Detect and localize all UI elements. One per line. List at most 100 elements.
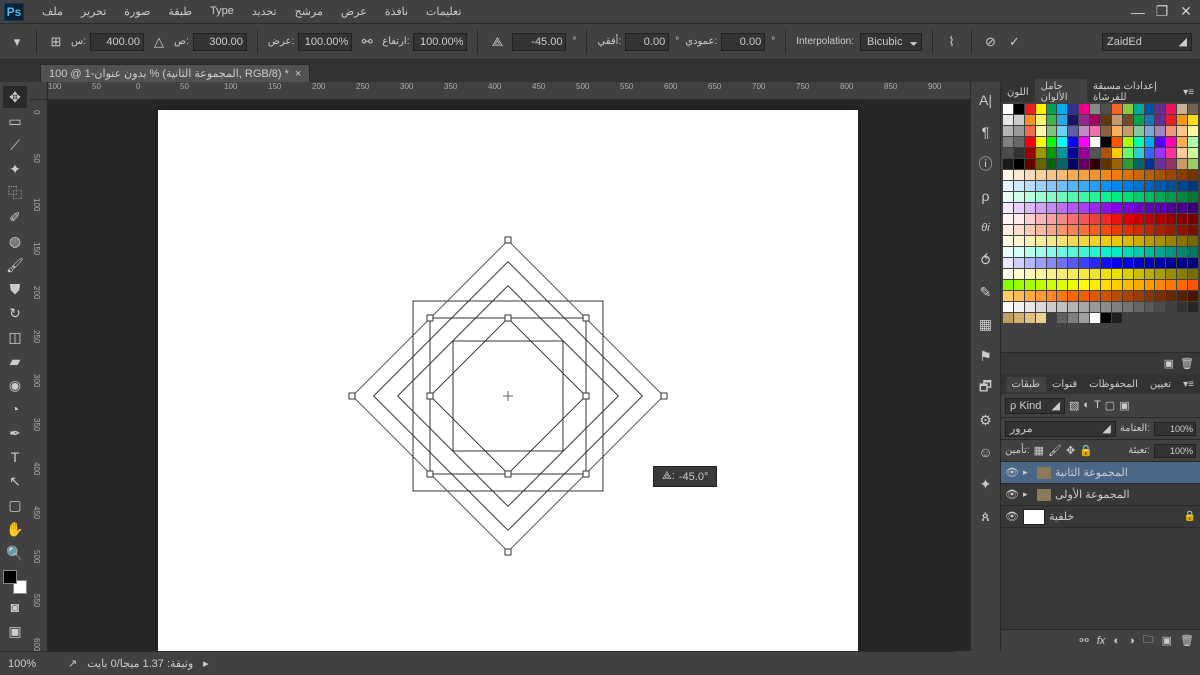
swatch[interactable] — [1134, 137, 1144, 147]
swatch[interactable] — [1112, 192, 1122, 202]
swatch[interactable] — [1166, 137, 1176, 147]
swatch[interactable] — [1036, 159, 1046, 169]
swatch[interactable] — [1036, 203, 1046, 213]
layer-row[interactable]: 👁▸المجموعة الثانية — [1001, 462, 1200, 484]
swatch[interactable] — [1155, 247, 1165, 257]
swatch[interactable] — [1101, 258, 1111, 268]
layer-kind-filter[interactable]: ρ Kind◢ — [1005, 398, 1065, 414]
swatch[interactable] — [1079, 126, 1089, 136]
expand-arrow-icon[interactable]: ▸ — [1023, 489, 1033, 500]
wand-tool[interactable]: ✦ — [3, 158, 27, 180]
swatch[interactable] — [1079, 302, 1089, 312]
swatch[interactable] — [1177, 192, 1187, 202]
cancel-transform-icon[interactable]: ⊘ — [982, 33, 1000, 51]
swatch[interactable] — [1068, 126, 1078, 136]
swatch[interactable] — [1188, 247, 1198, 257]
swatch[interactable] — [1123, 214, 1133, 224]
swatch[interactable] — [1036, 192, 1046, 202]
swatch[interactable] — [1057, 225, 1067, 235]
move-tool[interactable]: ✥ — [3, 86, 27, 108]
swatch[interactable] — [1155, 159, 1165, 169]
swatch[interactable] — [1079, 115, 1089, 125]
swatch[interactable] — [1057, 203, 1067, 213]
swatch[interactable] — [1134, 302, 1144, 312]
swatch[interactable] — [1145, 148, 1155, 158]
handle-rot-w[interactable] — [349, 393, 356, 400]
swatch[interactable] — [1155, 115, 1165, 125]
paragraph-panel-icon[interactable]: ¶ — [976, 122, 996, 142]
swatch[interactable] — [1166, 115, 1176, 125]
swatch[interactable] — [1145, 313, 1155, 323]
swatch[interactable] — [1057, 269, 1067, 279]
swatch[interactable] — [1134, 104, 1144, 114]
swatch[interactable] — [1036, 170, 1046, 180]
swatch[interactable] — [1101, 203, 1111, 213]
swatch[interactable] — [1166, 148, 1176, 158]
swatch[interactable] — [1079, 137, 1089, 147]
swatch[interactable] — [1101, 181, 1111, 191]
swatch[interactable] — [1155, 148, 1165, 158]
swatch[interactable] — [1003, 291, 1013, 301]
swatch[interactable] — [1166, 247, 1176, 257]
swatch[interactable] — [1134, 148, 1144, 158]
swatch[interactable] — [1123, 247, 1133, 257]
swatch[interactable] — [1079, 236, 1089, 246]
swatch[interactable] — [1090, 269, 1100, 279]
menu-file[interactable]: ملف — [34, 3, 71, 20]
layers-menu-icon[interactable]: ▾≡ — [1177, 377, 1200, 392]
path-select-tool[interactable]: ↖ — [3, 470, 27, 492]
swatch[interactable] — [1177, 181, 1187, 191]
swatch[interactable] — [1057, 236, 1067, 246]
swatch[interactable] — [1134, 258, 1144, 268]
swatch[interactable] — [1047, 148, 1057, 158]
swatch[interactable] — [1155, 203, 1165, 213]
swatch[interactable] — [1036, 258, 1046, 268]
layer-comps-panel-icon[interactable]: 🗗 — [976, 378, 996, 398]
swatch[interactable] — [1057, 192, 1067, 202]
swatch[interactable] — [1079, 258, 1089, 268]
swatch[interactable] — [1101, 104, 1111, 114]
swatch[interactable] — [1145, 280, 1155, 290]
swatch[interactable] — [1025, 247, 1035, 257]
filter-type-icon[interactable]: T — [1094, 399, 1101, 412]
delete-layer-icon[interactable]: 🗑 — [1180, 634, 1194, 647]
swatch[interactable] — [1036, 302, 1046, 312]
swatch[interactable] — [1079, 192, 1089, 202]
handle-n[interactable] — [505, 315, 512, 322]
swatch[interactable] — [1123, 137, 1133, 147]
x-input[interactable] — [90, 33, 144, 51]
color-swatch[interactable] — [3, 570, 27, 594]
expand-icon[interactable]: ↗ — [68, 657, 77, 670]
swatch[interactable] — [1047, 159, 1057, 169]
swatch[interactable] — [1014, 269, 1024, 279]
filter-smart-icon[interactable]: ▣ — [1119, 399, 1129, 412]
swatch[interactable] — [1047, 258, 1057, 268]
info-panel-icon[interactable]: ⓘ — [976, 154, 996, 174]
swatch[interactable] — [1134, 280, 1144, 290]
swatch[interactable] — [1003, 170, 1013, 180]
swatch[interactable] — [1188, 313, 1198, 323]
workspace-select[interactable]: ZaidEd◢ — [1102, 33, 1192, 51]
swatch[interactable] — [1014, 313, 1024, 323]
properties-panel-icon[interactable]: ✦ — [976, 474, 996, 494]
swatch[interactable] — [1177, 258, 1187, 268]
swatch[interactable] — [1068, 192, 1078, 202]
swatch[interactable] — [1145, 181, 1155, 191]
swatch[interactable] — [1003, 126, 1013, 136]
swatch[interactable] — [1090, 192, 1100, 202]
swatch[interactable] — [1025, 148, 1035, 158]
swatch[interactable] — [1014, 302, 1024, 312]
swatch[interactable] — [1188, 280, 1198, 290]
swatch[interactable] — [1090, 170, 1100, 180]
swatch[interactable] — [1014, 247, 1024, 257]
swatch[interactable] — [1036, 313, 1046, 323]
swatch[interactable] — [1014, 137, 1024, 147]
swatch[interactable] — [1123, 192, 1133, 202]
swatch[interactable] — [1047, 236, 1057, 246]
swatch[interactable] — [1145, 225, 1155, 235]
swatch[interactable] — [1079, 148, 1089, 158]
swatch[interactable] — [1079, 225, 1089, 235]
swatch[interactable] — [1112, 137, 1122, 147]
swatch[interactable] — [1003, 258, 1013, 268]
warp-icon[interactable]: ⌇ — [943, 33, 961, 51]
